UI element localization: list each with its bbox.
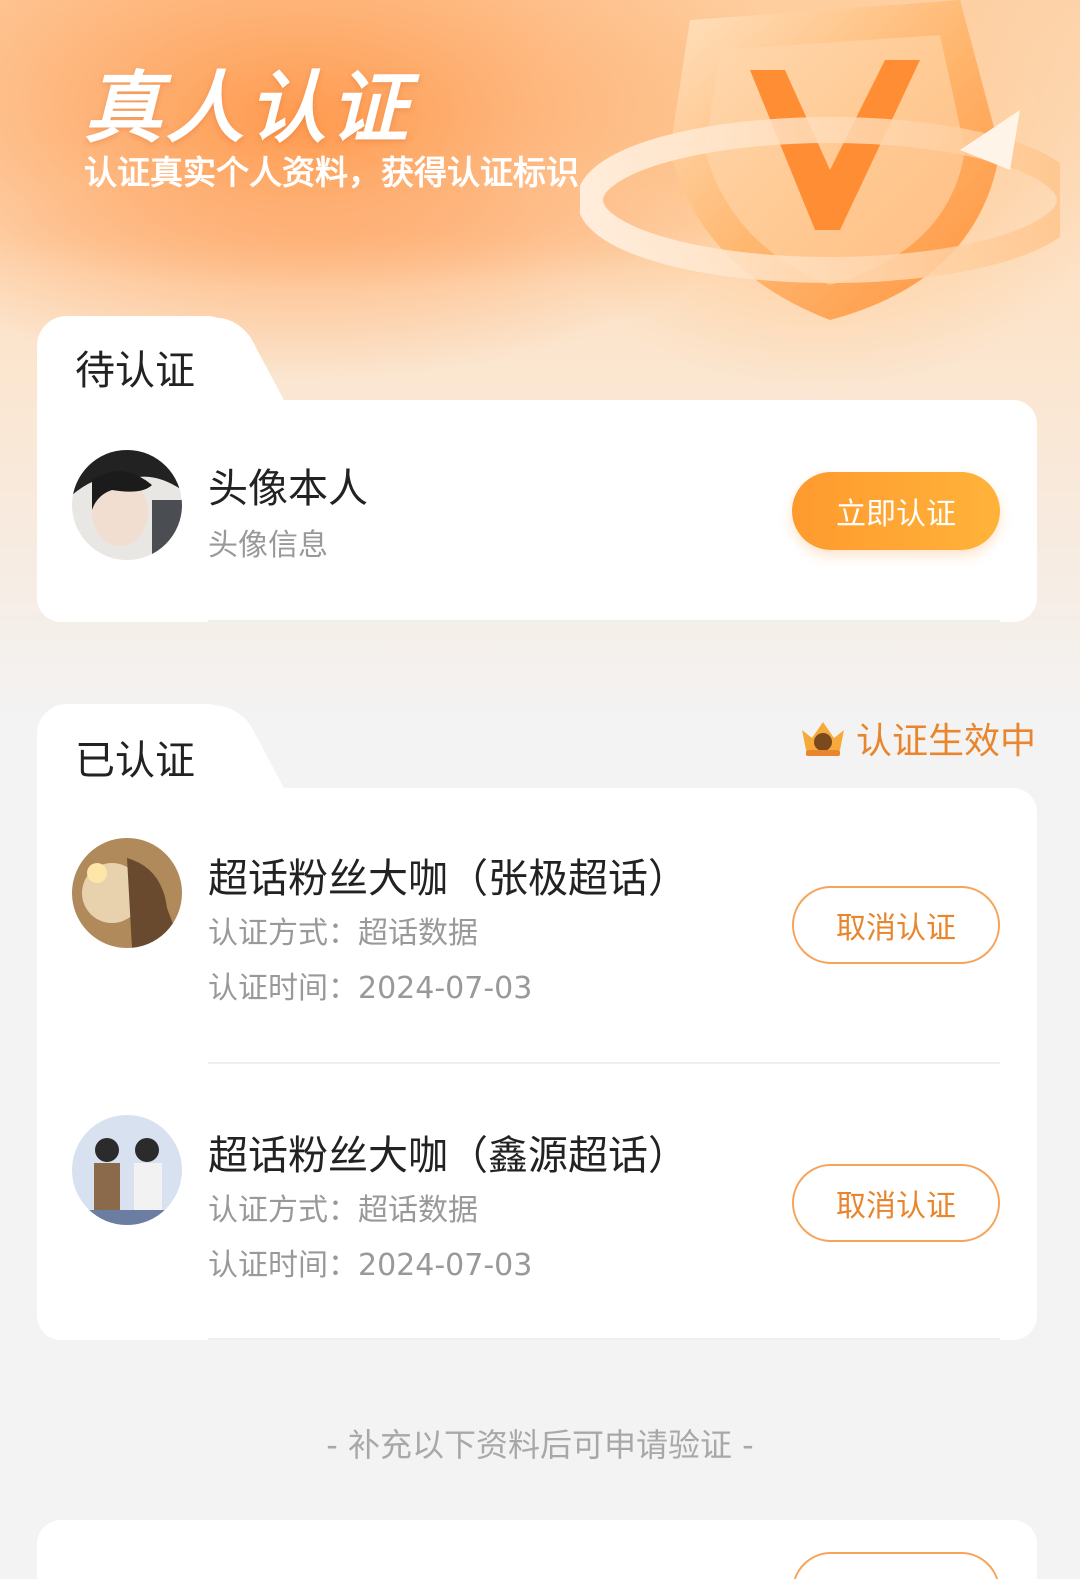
verified-item-time: 认证时间：2024-07-03 — [208, 971, 533, 1006]
more-card — [37, 1520, 1037, 1579]
partial-button[interactable] — [792, 1552, 1000, 1579]
verified-item-method: 认证方式：超话数据 — [208, 916, 478, 951]
tab-verified: 已认证 — [37, 704, 237, 790]
avatar — [72, 450, 182, 560]
pending-item-subtitle: 头像信息 — [208, 528, 328, 563]
verified-tab-label: 已认证 — [75, 738, 195, 784]
status-badge: 认证生效中 — [798, 712, 1036, 764]
avatar — [72, 1115, 182, 1225]
verify-now-button[interactable]: 立即认证 — [792, 472, 1000, 550]
status-label: 认证生效中 — [856, 721, 1037, 762]
cancel-verification-button[interactable]: 取消认证 — [792, 1164, 1000, 1242]
divider — [208, 1338, 1000, 1340]
avatar — [72, 838, 182, 948]
verified-item-method: 认证方式：超话数据 — [208, 1193, 478, 1228]
page-title: 真人认证 — [84, 64, 413, 154]
divider — [208, 1062, 1000, 1064]
page-subtitle: 认证真实个人资料，获得认证标识 — [84, 153, 579, 192]
verified-item-title: 超话粉丝大咖（张极超话） — [208, 856, 688, 902]
shield-check-icon — [580, 0, 1060, 320]
pending-item-title: 头像本人 — [208, 466, 368, 512]
pending-tab-label: 待认证 — [75, 348, 195, 394]
supplement-note: - 补充以下资料后可申请验证 - — [326, 1426, 754, 1464]
verified-item-time: 认证时间：2024-07-03 — [208, 1248, 533, 1283]
verified-item-title: 超话粉丝大咖（鑫源超话） — [208, 1133, 688, 1179]
verified-card: 超话粉丝大咖（张极超话） 认证方式：超话数据 认证时间：2024-07-03 取… — [37, 788, 1037, 1340]
pending-card: 头像本人 头像信息 立即认证 — [37, 400, 1037, 622]
cancel-verification-button[interactable]: 取消认证 — [792, 886, 1000, 964]
tab-pending: 待认证 — [37, 316, 237, 402]
crown-badge-icon — [802, 722, 844, 756]
divider — [208, 620, 1000, 622]
